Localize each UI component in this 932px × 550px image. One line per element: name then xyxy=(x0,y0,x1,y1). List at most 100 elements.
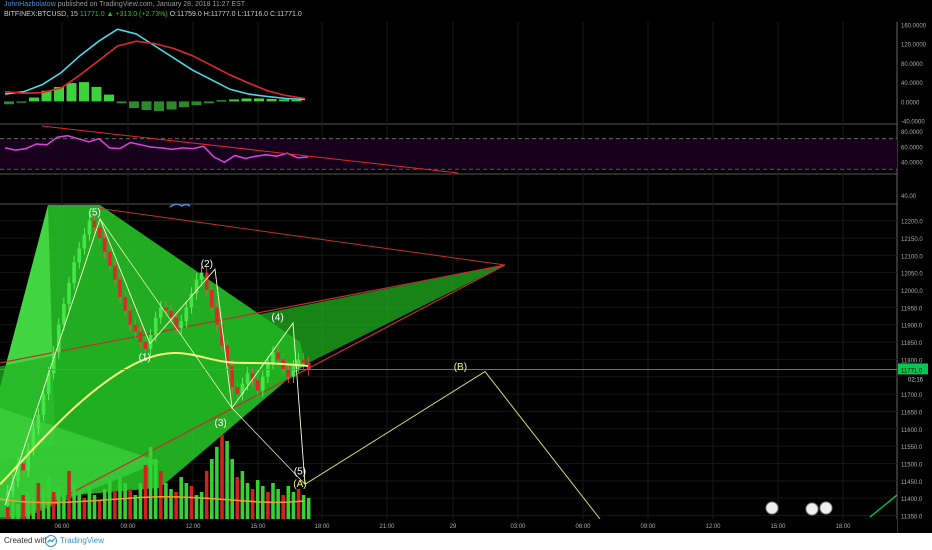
volume-bar xyxy=(306,498,311,519)
event-marker-icon xyxy=(765,501,779,515)
price-axis-tick: 12100.0 xyxy=(901,254,923,260)
macd-histogram-bar xyxy=(291,99,302,102)
candle-body xyxy=(77,248,81,263)
price-change: ▲ +313.0 (+2.73%) xyxy=(106,11,168,18)
price-axis-tick: 11350.0 xyxy=(901,515,923,521)
volume-bar xyxy=(235,477,240,519)
last-price: 11771.0 xyxy=(79,11,105,18)
published-text: published on TradingView.com, January 28… xyxy=(57,1,246,8)
event-marker-icon xyxy=(805,502,819,516)
candle-body xyxy=(133,324,138,332)
volume-bar xyxy=(92,495,97,519)
macd-histogram-bar xyxy=(204,101,214,104)
macd-histogram-bar xyxy=(216,100,227,102)
volume-bar xyxy=(118,477,122,519)
macd-histogram-bar xyxy=(29,97,39,102)
volume-bar xyxy=(41,489,46,519)
volume-bar xyxy=(26,492,30,519)
author-link[interactable]: JohnHazbolatow xyxy=(4,1,56,8)
price-axis-tick: 11700.0 xyxy=(901,393,923,399)
time-axis-label: 12:00 xyxy=(705,524,721,530)
candle-body xyxy=(261,376,265,391)
chart-canvas[interactable]: 160.0000 120.0000 80.0000 40.0000 0.0000 -40.… xyxy=(0,22,932,533)
candle-body xyxy=(36,414,41,429)
macd-axis-tick: -40.0000 xyxy=(901,120,925,126)
price-axis-tick: 12000.0 xyxy=(901,289,923,295)
time-axis-label: 09:00 xyxy=(120,524,136,530)
candle-body xyxy=(240,383,245,395)
candle-body xyxy=(255,380,260,391)
candle-body xyxy=(102,237,107,252)
candle-body xyxy=(169,310,173,318)
volume-bar xyxy=(123,483,127,519)
volume-bar xyxy=(291,492,296,519)
time-axis-label: 18:00 xyxy=(314,524,330,530)
candle-body xyxy=(128,310,132,325)
macd-histogram-bar xyxy=(4,101,14,105)
candle-body xyxy=(301,359,306,363)
time-axis-label: 06:00 xyxy=(575,524,591,530)
candle-body xyxy=(138,331,143,343)
countdown-timer: 02:16 xyxy=(908,377,924,383)
rsi-axis-tick: 40.0000 xyxy=(901,161,923,167)
price-axis-tick: 11850.0 xyxy=(901,341,923,347)
volume-bar xyxy=(36,483,41,519)
lower-pane-axis-tick: 40.00 xyxy=(901,194,917,200)
price-axis-tick: 11400.0 xyxy=(901,497,923,503)
volume-bar xyxy=(67,471,71,519)
candle-body xyxy=(245,373,250,384)
time-axis-label: 21:00 xyxy=(379,524,395,530)
macd-histogram-bar xyxy=(229,99,239,102)
candle-body xyxy=(108,251,112,266)
volume-bar xyxy=(296,489,301,519)
volume-bar xyxy=(113,492,117,519)
ticker-line: BITFINEX:BTCUSD, 15 11771.0 ▲ +313.0 (+2… xyxy=(4,11,302,18)
volume-bar xyxy=(255,480,260,519)
price-axis-tick: 12050.0 xyxy=(901,272,923,278)
volume-bar xyxy=(11,501,15,519)
candle-body xyxy=(286,369,291,377)
candle-body xyxy=(123,296,127,311)
volume-bar xyxy=(138,483,143,519)
candle-body xyxy=(276,352,280,360)
footer-bar: Created with TradingView xyxy=(0,533,932,550)
tradingview-brand[interactable]: TradingView xyxy=(60,536,104,545)
volume-bar xyxy=(281,495,285,519)
macd-histogram-bar xyxy=(116,101,127,104)
time-axis-label: 15:00 xyxy=(770,524,786,530)
candle-body xyxy=(41,394,46,415)
volume-bar xyxy=(143,465,148,519)
volume-bar xyxy=(199,492,204,519)
volume-bar xyxy=(240,471,245,519)
candle-body xyxy=(72,262,76,284)
macd-histogram-bar xyxy=(154,101,164,111)
created-with-label: Created with xyxy=(4,536,49,545)
volume-bar xyxy=(189,486,194,519)
wave-marker-icon xyxy=(169,203,191,208)
volume-bar xyxy=(148,447,153,519)
publish-line: JohnHazbolatow published on TradingView.… xyxy=(4,1,245,8)
macd-histogram-bar xyxy=(66,83,77,102)
macd-histogram-bar xyxy=(279,99,289,102)
volume-bar xyxy=(301,495,306,519)
price-axis-tick: 11600.0 xyxy=(901,428,923,434)
macd-histogram-bar xyxy=(166,101,177,110)
macd-histogram-bar xyxy=(266,98,277,102)
candle-body xyxy=(164,307,168,311)
price-axis-tick: 12200.0 xyxy=(901,220,923,226)
volume-bar xyxy=(128,489,132,519)
volume-bar xyxy=(77,492,81,519)
candle-body xyxy=(189,293,194,308)
macd-histogram-bar xyxy=(79,82,89,102)
volume-bar xyxy=(204,471,209,519)
abc-wave-label: (B) xyxy=(454,362,467,373)
candle-body xyxy=(153,317,158,336)
time-axis-label: 03:00 xyxy=(510,524,526,530)
macd-histogram-bar xyxy=(254,98,264,102)
candle-body xyxy=(118,279,122,297)
macd-histogram-bar xyxy=(241,98,252,102)
candle-body xyxy=(199,272,204,280)
wave-label: (3) xyxy=(215,418,227,429)
volume-bar xyxy=(276,489,280,519)
candle-body xyxy=(21,463,25,471)
